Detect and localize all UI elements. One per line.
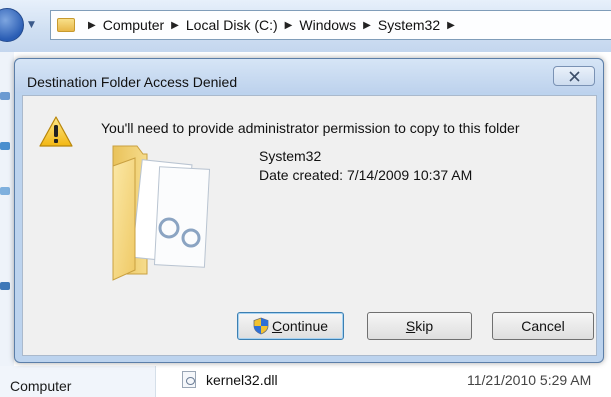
navigation-pane-edge	[0, 52, 14, 397]
skip-label: Skip	[405, 318, 434, 334]
permission-message: You'll need to provide administrator per…	[101, 120, 520, 136]
navigation-pane: Computer	[0, 366, 156, 397]
chevron-right-icon[interactable]: ▶	[285, 20, 293, 31]
access-denied-dialog: Destination Folder Access Denied You'll …	[14, 58, 604, 363]
cancel-button[interactable]: Cancel	[492, 312, 594, 340]
dialog-body: You'll need to provide administrator per…	[22, 95, 597, 356]
nav-tree-icon	[0, 282, 10, 290]
file-name[interactable]: kernel32.dll	[206, 372, 278, 388]
folder-icon	[57, 18, 75, 32]
continue-button[interactable]: Continue	[237, 312, 344, 340]
cancel-label: Cancel	[521, 318, 565, 334]
address-bar[interactable]: ▶ Computer ▶ Local Disk (C:) ▶ Windows ▶…	[50, 10, 611, 40]
chevron-right-icon[interactable]: ▶	[88, 20, 96, 31]
file-date-modified: 11/21/2010 5:29 AM	[467, 372, 592, 388]
item-date-created: Date created: 7/14/2009 10:37 AM	[259, 167, 473, 183]
close-button[interactable]	[553, 66, 595, 86]
back-arrow-icon[interactable]	[0, 8, 24, 42]
breadcrumb-windows[interactable]: Windows	[299, 17, 356, 33]
dialog-title: Destination Folder Access Denied	[27, 74, 238, 90]
nav-tree-icon	[0, 142, 10, 150]
explorer-titlebar: ▼ ▶ Computer ▶ Local Disk (C:) ▶ Windows…	[0, 0, 611, 52]
uac-shield-icon	[253, 317, 269, 335]
close-icon	[568, 70, 580, 82]
nav-tree-icon	[0, 92, 10, 100]
folder-icon	[112, 145, 211, 281]
breadcrumb-local-disk[interactable]: Local Disk (C:)	[186, 17, 278, 33]
chevron-right-icon[interactable]: ▶	[363, 20, 371, 31]
item-name: System32	[259, 148, 322, 164]
chevron-down-icon[interactable]: ▼	[28, 20, 38, 30]
dll-file-icon	[182, 371, 196, 388]
chevron-right-icon[interactable]: ▶	[447, 20, 455, 31]
nav-item-computer[interactable]: Computer	[10, 378, 71, 394]
skip-button[interactable]: Skip	[367, 312, 472, 340]
continue-label: Continue	[271, 318, 329, 334]
chevron-right-icon[interactable]: ▶	[171, 20, 179, 31]
nav-tree-icon	[0, 187, 10, 195]
dialog-titlebar: Destination Folder Access Denied	[15, 59, 603, 93]
breadcrumb-system32[interactable]: System32	[378, 17, 440, 33]
file-list-row[interactable]: kernel32.dll 11/21/2010 5:29 AM	[156, 364, 611, 397]
warning-icon	[39, 116, 73, 147]
breadcrumb-computer[interactable]: Computer	[103, 17, 164, 33]
navigation-buttons: ▼	[0, 8, 46, 42]
